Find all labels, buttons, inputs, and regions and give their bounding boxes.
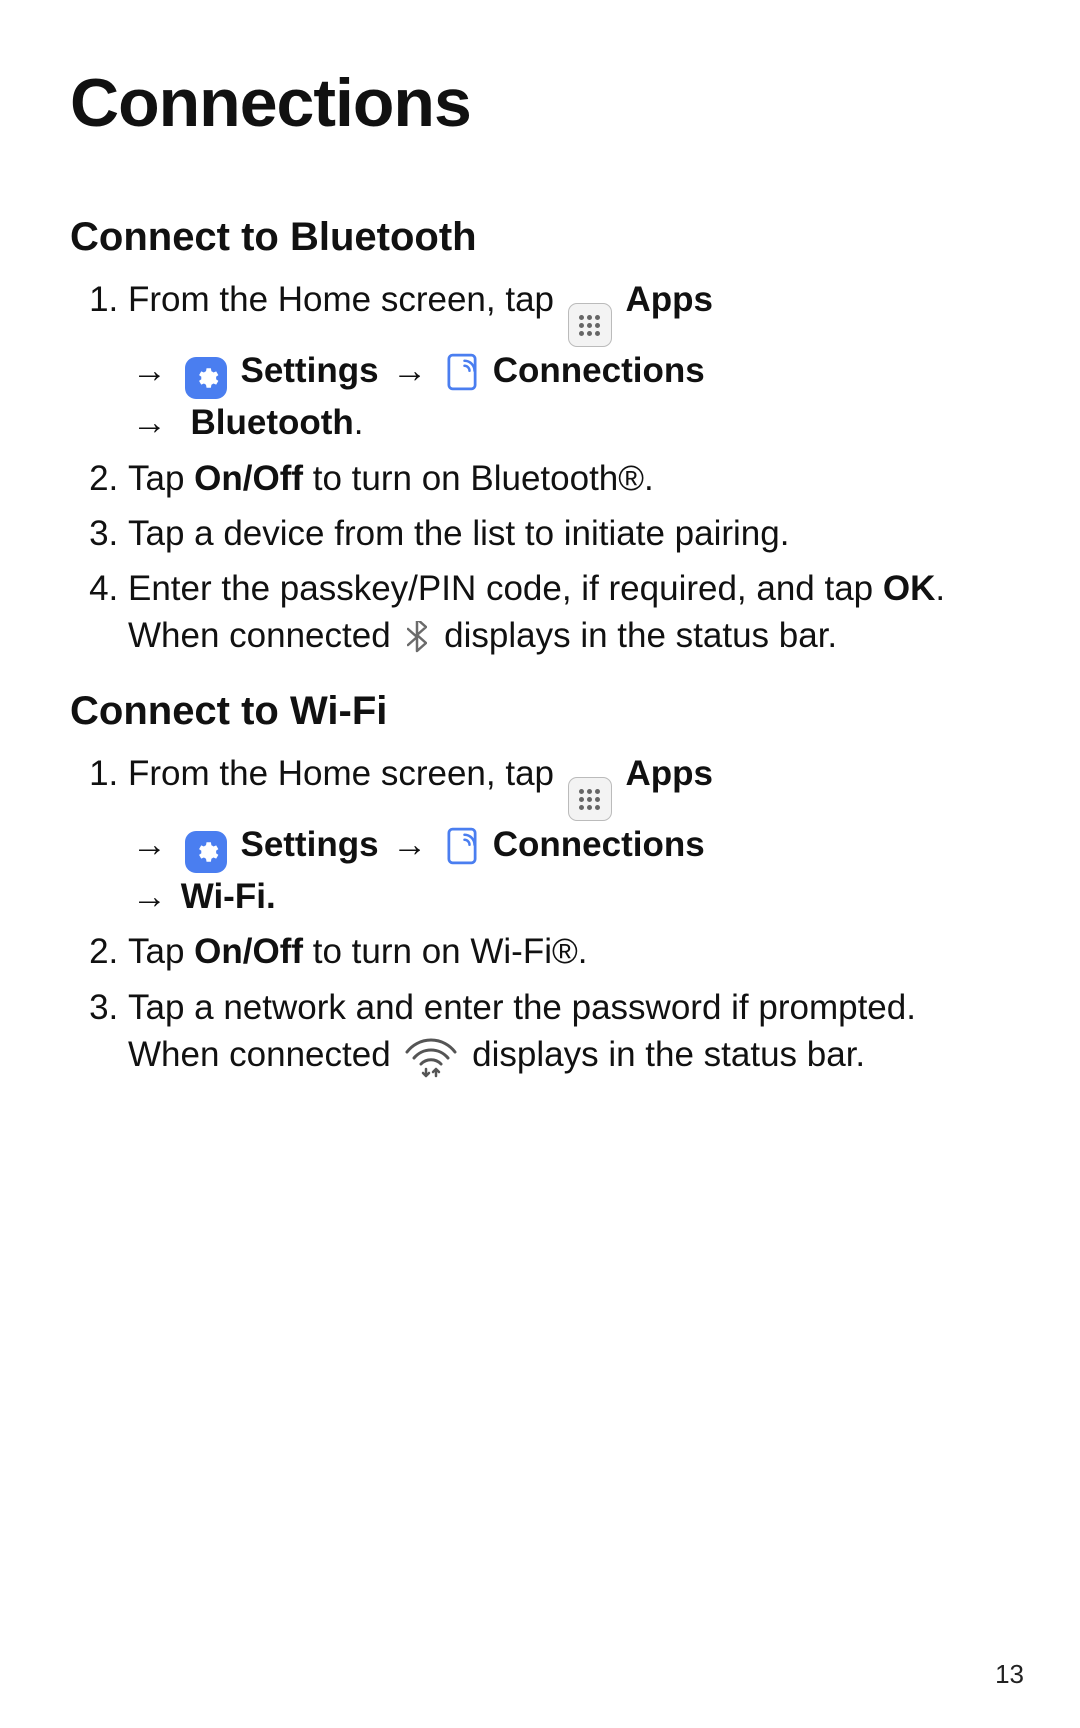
apps-label: Apps [625,280,713,319]
settings-label: Settings [240,825,378,864]
list-item: Tap a device from the list to initiate p… [128,510,1010,557]
period: . [354,403,364,442]
gear-icon [185,357,227,399]
bluetooth-target: Bluetooth [190,403,353,442]
arrow-icon: → [128,873,171,920]
list-item: Tap a network and enter the password if … [128,984,1010,1080]
connections-label: Connections [493,825,705,864]
arrow-icon: → [128,399,171,446]
step-text: Tap [128,932,194,971]
step-text: From the Home screen, tap [128,280,564,319]
connections-icon [445,351,479,393]
apps-icon [568,777,612,821]
step-text: Tap a device from the list to initiate p… [128,514,789,553]
wifi-status-icon [404,1036,458,1080]
bluetooth-steps: From the Home screen, tap Apps → Setting… [70,276,1010,660]
step-text: to turn on Wi-Fi®. [303,932,587,971]
apps-icon [568,303,612,347]
connections-icon [445,825,479,867]
section-heading-wifi: Connect to Wi-Fi [70,684,1010,738]
list-item: From the Home screen, tap Apps → Setting… [128,276,1010,447]
page-title: Connections [70,58,1010,150]
settings-label: Settings [240,351,378,390]
page-number: 13 [995,1657,1024,1692]
list-item: Tap On/Off to turn on Wi-Fi®. [128,928,1010,975]
bluetooth-status-icon [404,619,430,655]
ok-label: OK [883,569,936,608]
gear-icon [185,831,227,873]
arrow-icon: → [128,821,171,868]
step-text: displays in the status bar. [444,616,837,655]
connections-label: Connections [493,351,705,390]
step-text: to turn on Bluetooth®. [303,459,654,498]
list-item: Enter the passkey/PIN code, if required,… [128,565,1010,660]
arrow-icon: → [128,347,171,394]
wifi-target: Wi-Fi. [181,877,276,916]
step-text: Tap [128,459,194,498]
step-text: Enter the passkey/PIN code, if required,… [128,569,883,608]
wifi-steps: From the Home screen, tap Apps → Setting… [70,750,1010,1080]
step-text: From the Home screen, tap [128,754,564,793]
step-text: displays in the status bar. [472,1035,865,1074]
on-off-label: On/Off [194,459,303,498]
list-item: Tap On/Off to turn on Bluetooth®. [128,455,1010,502]
arrow-icon: → [388,821,431,868]
on-off-label: On/Off [194,932,303,971]
apps-label: Apps [625,754,713,793]
arrow-icon: → [388,347,431,394]
list-item: From the Home screen, tap Apps → Setting… [128,750,1010,921]
section-heading-bluetooth: Connect to Bluetooth [70,210,1010,264]
